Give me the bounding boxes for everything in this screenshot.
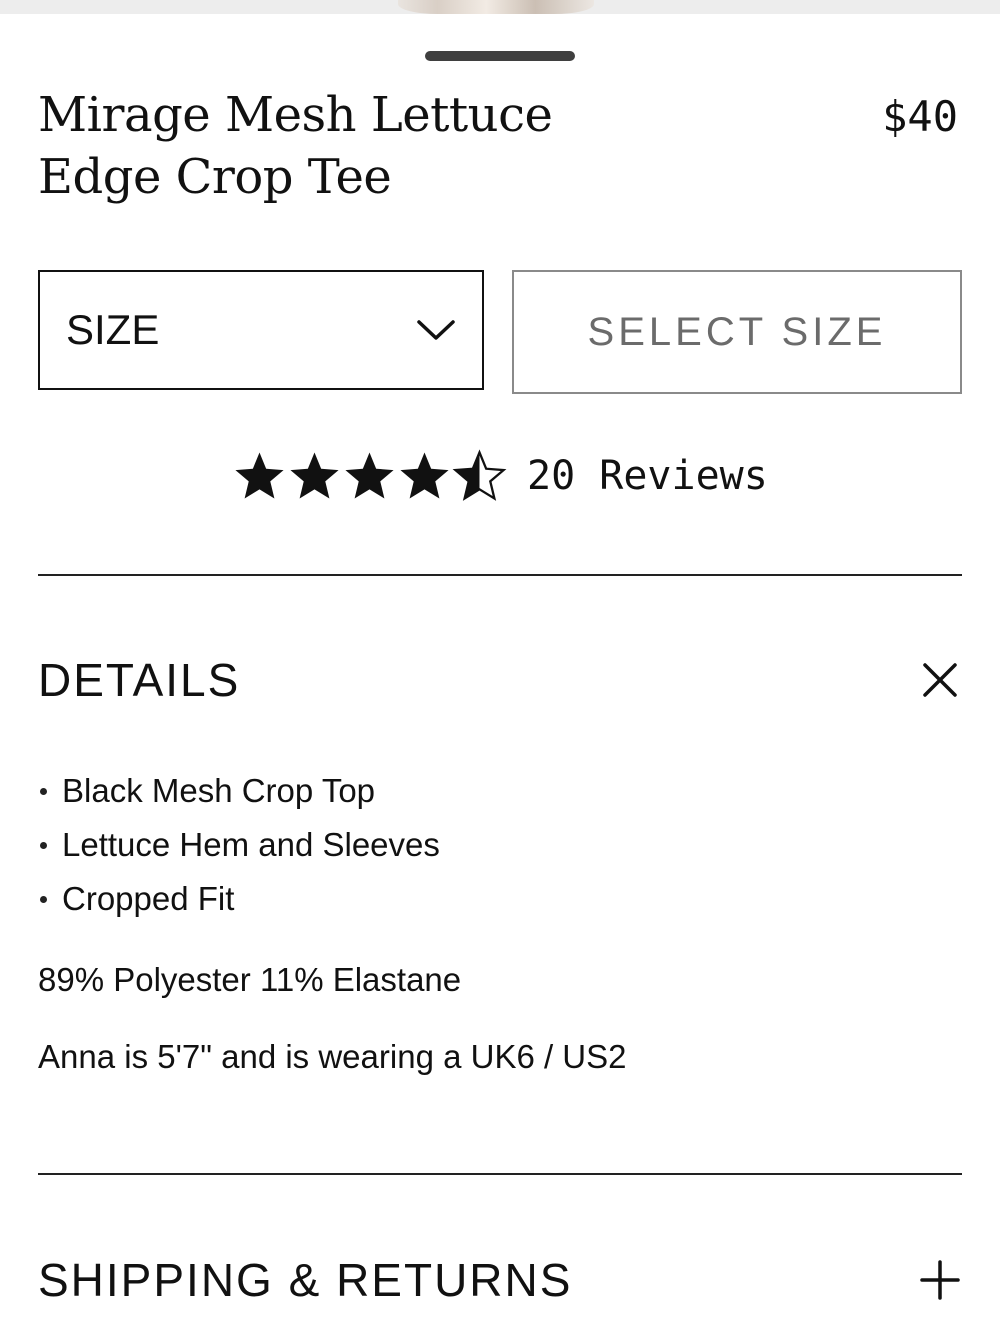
star-full-icon bbox=[400, 451, 449, 498]
details-accordion-header[interactable]: DETAILS bbox=[38, 650, 962, 710]
reviews-link[interactable]: 20 Reviews bbox=[527, 453, 768, 499]
size-dropdown-label: SIZE bbox=[66, 306, 160, 353]
fabric-composition: 89% Polyester 11% Elastane bbox=[38, 961, 462, 998]
section-divider bbox=[38, 1173, 962, 1175]
model-size-info: Anna is 5'7" and is wearing a UK6 / US2 bbox=[38, 1038, 627, 1075]
product-image-edge bbox=[0, 0, 1000, 14]
close-icon[interactable] bbox=[918, 658, 962, 702]
rating-summary[interactable]: 20 Reviews bbox=[232, 446, 768, 506]
product-title: Mirage Mesh Lettuce Edge Crop Tee bbox=[38, 87, 553, 205]
list-item: Cropped Fit bbox=[38, 878, 938, 932]
size-dropdown[interactable]: SIZE bbox=[38, 270, 484, 390]
star-full-icon bbox=[290, 451, 339, 498]
shipping-heading: SHIPPING & RETURNS bbox=[38, 1254, 573, 1306]
star-half-icon bbox=[452, 448, 507, 501]
chevron-down-icon bbox=[414, 308, 458, 352]
star-rating bbox=[232, 448, 507, 504]
plus-icon[interactable] bbox=[918, 1258, 962, 1302]
star-full-icon bbox=[235, 451, 284, 498]
list-item: Black Mesh Crop Top bbox=[38, 770, 938, 824]
list-item: Lettuce Hem and Sleeves bbox=[38, 824, 938, 878]
details-bullet-list: Black Mesh Crop Top Lettuce Hem and Slee… bbox=[38, 770, 938, 932]
shipping-accordion-header[interactable]: SHIPPING & RETURNS bbox=[38, 1250, 962, 1310]
section-divider bbox=[38, 574, 962, 576]
star-full-icon bbox=[345, 451, 394, 498]
select-size-button[interactable]: SELECT SIZE bbox=[512, 270, 962, 394]
product-price: $40 bbox=[882, 92, 958, 141]
details-heading: DETAILS bbox=[38, 654, 241, 706]
product-photo-fragment bbox=[398, 0, 594, 14]
details-content: Black Mesh Crop Top Lettuce Hem and Slee… bbox=[38, 770, 938, 1075]
sheet-drag-handle[interactable] bbox=[425, 51, 575, 61]
